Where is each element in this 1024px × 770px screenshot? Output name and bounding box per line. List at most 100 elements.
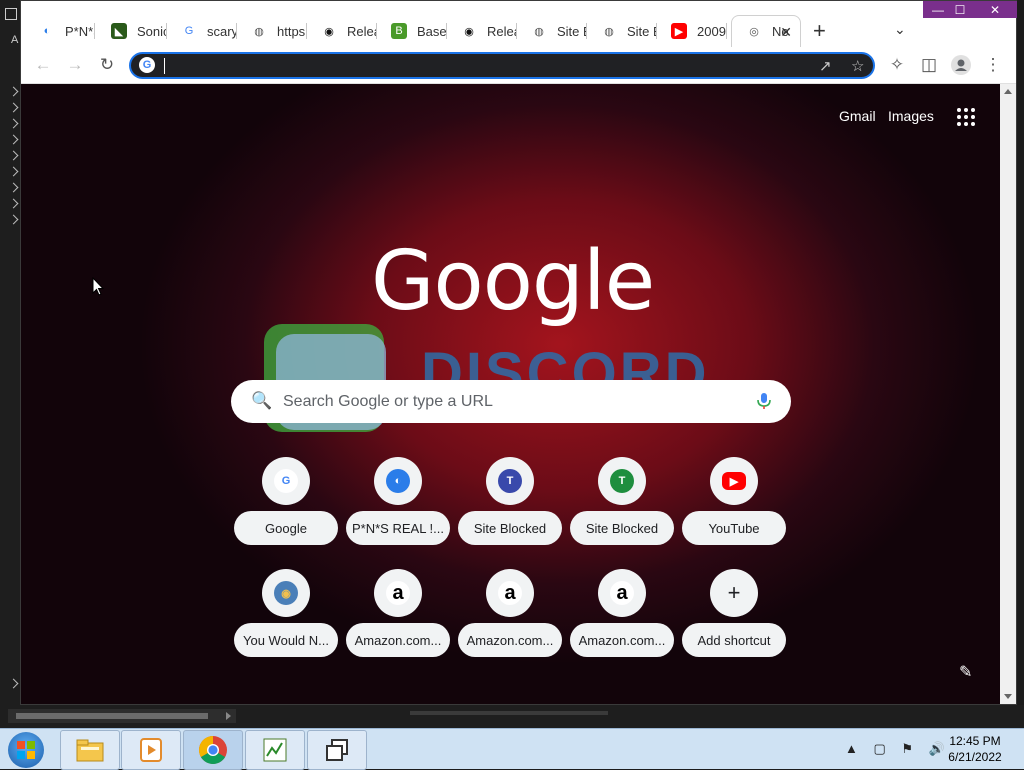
browser-tab[interactable]: B Base6 bbox=[377, 15, 447, 47]
tree-expander-icon[interactable] bbox=[8, 166, 19, 177]
bookmark-star-icon[interactable]: ☆ bbox=[851, 57, 864, 75]
tab-title: P*N*S bbox=[65, 23, 95, 39]
browser-tab[interactable]: Gscary bbox=[167, 15, 237, 47]
browser-tab[interactable]: ◍ Site B bbox=[587, 15, 657, 47]
shortcut-tile[interactable]: a Amazon.com... bbox=[458, 569, 562, 669]
tree-expander-icon[interactable] bbox=[8, 86, 19, 97]
browser-tab[interactable]: ◍ https bbox=[237, 15, 307, 47]
gmail-link[interactable]: Gmail bbox=[839, 108, 876, 124]
new-tab-page: Gmail Images DISCORD Google 🔍 Search Goo… bbox=[21, 84, 1000, 704]
tab-title: scary bbox=[207, 23, 237, 39]
tree-expander-icon[interactable] bbox=[8, 118, 19, 129]
browser-tab[interactable]: ◍ Site B bbox=[517, 15, 587, 47]
taskbar-chrome[interactable] bbox=[183, 730, 243, 770]
browser-tab[interactable]: ▶ 2009 bbox=[657, 15, 727, 47]
scroll-right-arrow-icon[interactable] bbox=[226, 712, 231, 720]
vertical-scrollbar[interactable] bbox=[1000, 84, 1016, 704]
restore-window-icon[interactable] bbox=[5, 8, 17, 20]
background-app-panel: A bbox=[0, 0, 20, 728]
tab-separator bbox=[94, 23, 95, 39]
google-apps-grid-icon[interactable] bbox=[957, 108, 975, 126]
google-logo: Google bbox=[371, 234, 655, 329]
tree-expander-icon[interactable] bbox=[8, 182, 19, 193]
address-input[interactable] bbox=[163, 56, 807, 77]
tab-title: Relea bbox=[487, 23, 517, 39]
base64-icon: B bbox=[391, 23, 407, 39]
browser-tab[interactable]: ◉ Relea bbox=[447, 15, 517, 47]
new-tab-button[interactable]: + bbox=[813, 20, 826, 42]
browser-window: ◐P*N*S◣SonicGscary◍https◉ReleaBBase6◉Rel… bbox=[20, 0, 1017, 705]
shortcut-title: Amazon.com... bbox=[346, 623, 450, 657]
browser-tab[interactable]: ◐ P*N*S bbox=[25, 15, 95, 47]
chrome-icon bbox=[199, 736, 227, 764]
address-bar[interactable]: G ↗ ☆ bbox=[129, 52, 875, 79]
back-arrow-icon[interactable]: ← bbox=[33, 55, 53, 75]
google-g-icon: G bbox=[181, 23, 197, 39]
extensions-puzzle-icon[interactable]: ✧ bbox=[887, 55, 907, 75]
tree-expander-icon[interactable] bbox=[8, 214, 19, 225]
shortcut-tile[interactable]: ▶ YouTube bbox=[682, 457, 786, 557]
search-box[interactable]: 🔍 Search Google or type a URL bbox=[231, 380, 791, 423]
browser-tab[interactable]: ◎ Ne ✕ bbox=[731, 15, 801, 47]
github-icon: ◉ bbox=[464, 25, 474, 38]
globe-icon: ◍ bbox=[534, 25, 544, 38]
tab-search-chevron-icon[interactable]: ⌄ bbox=[894, 21, 906, 38]
search-placeholder: Search Google or type a URL bbox=[283, 393, 493, 410]
shortcut-icon-circle: + bbox=[710, 569, 758, 617]
shortcut-title: Site Blocked bbox=[570, 511, 674, 545]
paint-tool-icon bbox=[263, 738, 287, 762]
shortcut-title: P*N*S REAL !... bbox=[346, 511, 450, 545]
media-player-icon bbox=[140, 738, 162, 762]
scroll-down-arrow-icon[interactable] bbox=[1004, 694, 1012, 699]
amazon-icon: a bbox=[386, 581, 410, 605]
system-clock[interactable]: 12:45 PM 6/21/2022 bbox=[940, 733, 1010, 765]
browser-tab[interactable]: ◉ Relea bbox=[307, 15, 377, 47]
scroll-up-arrow-icon[interactable] bbox=[1004, 89, 1012, 94]
profile-avatar-icon[interactable] bbox=[951, 55, 971, 75]
maximize-button[interactable]: ☐ bbox=[945, 1, 975, 18]
horizontal-scroll-thumb[interactable] bbox=[16, 713, 208, 719]
letter-t-icon: T bbox=[610, 469, 634, 493]
add-shortcut-tile[interactable]: + Add shortcut bbox=[682, 569, 786, 669]
shortcut-tile[interactable]: a Amazon.com... bbox=[570, 569, 674, 669]
side-panel-icon[interactable]: ◫ bbox=[919, 55, 939, 75]
shortcut-icon-circle: a bbox=[486, 569, 534, 617]
tab-close-icon[interactable]: ✕ bbox=[780, 24, 792, 41]
shortcut-tile[interactable]: a Amazon.com... bbox=[346, 569, 450, 669]
taskbar-paint-tool[interactable] bbox=[245, 730, 305, 770]
browser-tab[interactable]: ◣ Sonic bbox=[97, 15, 167, 47]
customize-pencil-icon[interactable]: ✎ bbox=[959, 662, 972, 682]
start-button[interactable] bbox=[8, 732, 44, 768]
tree-expander-icon[interactable] bbox=[8, 678, 19, 689]
taskbar-media-player[interactable] bbox=[121, 730, 181, 770]
forward-arrow-icon[interactable]: → bbox=[65, 55, 85, 75]
kebab-menu-icon[interactable]: ⋮ bbox=[983, 55, 1003, 75]
taskbar-window-switcher[interactable] bbox=[307, 730, 367, 770]
shortcut-title: Google bbox=[234, 511, 338, 545]
tree-expander-icon[interactable] bbox=[8, 150, 19, 161]
tree-expander-icon[interactable] bbox=[8, 198, 19, 209]
shortcut-title: You Would N... bbox=[234, 623, 338, 657]
reload-icon[interactable]: ↻ bbox=[97, 55, 117, 75]
globe-icon: ◍ bbox=[254, 25, 264, 38]
system-tray-icons[interactable]: ▲ ▢ ⚑ 🔊 bbox=[845, 741, 951, 757]
tree-expander-icon[interactable] bbox=[8, 134, 19, 145]
tab-title: Site B bbox=[557, 23, 587, 39]
shortcut-icon-circle: G bbox=[262, 457, 310, 505]
images-link[interactable]: Images bbox=[888, 108, 934, 124]
share-icon[interactable]: ↗ bbox=[819, 57, 832, 75]
shortcut-tile[interactable]: G Google bbox=[234, 457, 338, 557]
tab-title: Relea bbox=[347, 23, 377, 39]
window-close-button[interactable]: ✕ bbox=[973, 1, 1017, 18]
shortcut-tile[interactable]: ◐ P*N*S REAL !... bbox=[346, 457, 450, 557]
shortcut-tile[interactable]: T Site Blocked bbox=[458, 457, 562, 557]
taskbar-file-explorer[interactable] bbox=[60, 730, 120, 770]
shortcut-tile[interactable]: ◉ You Would N... bbox=[234, 569, 338, 669]
tree-expander-icon[interactable] bbox=[8, 102, 19, 113]
shortcut-tile[interactable]: T Site Blocked bbox=[570, 457, 674, 557]
browser-toolbar: ← → ↻ G ↗ ☆ ✧ ◫ ⋮ bbox=[21, 47, 1016, 84]
microphone-icon[interactable] bbox=[755, 392, 773, 410]
tab-strip: ◐P*N*S◣SonicGscary◍https◉ReleaBBase6◉Rel… bbox=[21, 1, 1017, 47]
secondary-scroll-track[interactable] bbox=[410, 711, 608, 715]
tab-title: Sonic bbox=[137, 23, 167, 39]
